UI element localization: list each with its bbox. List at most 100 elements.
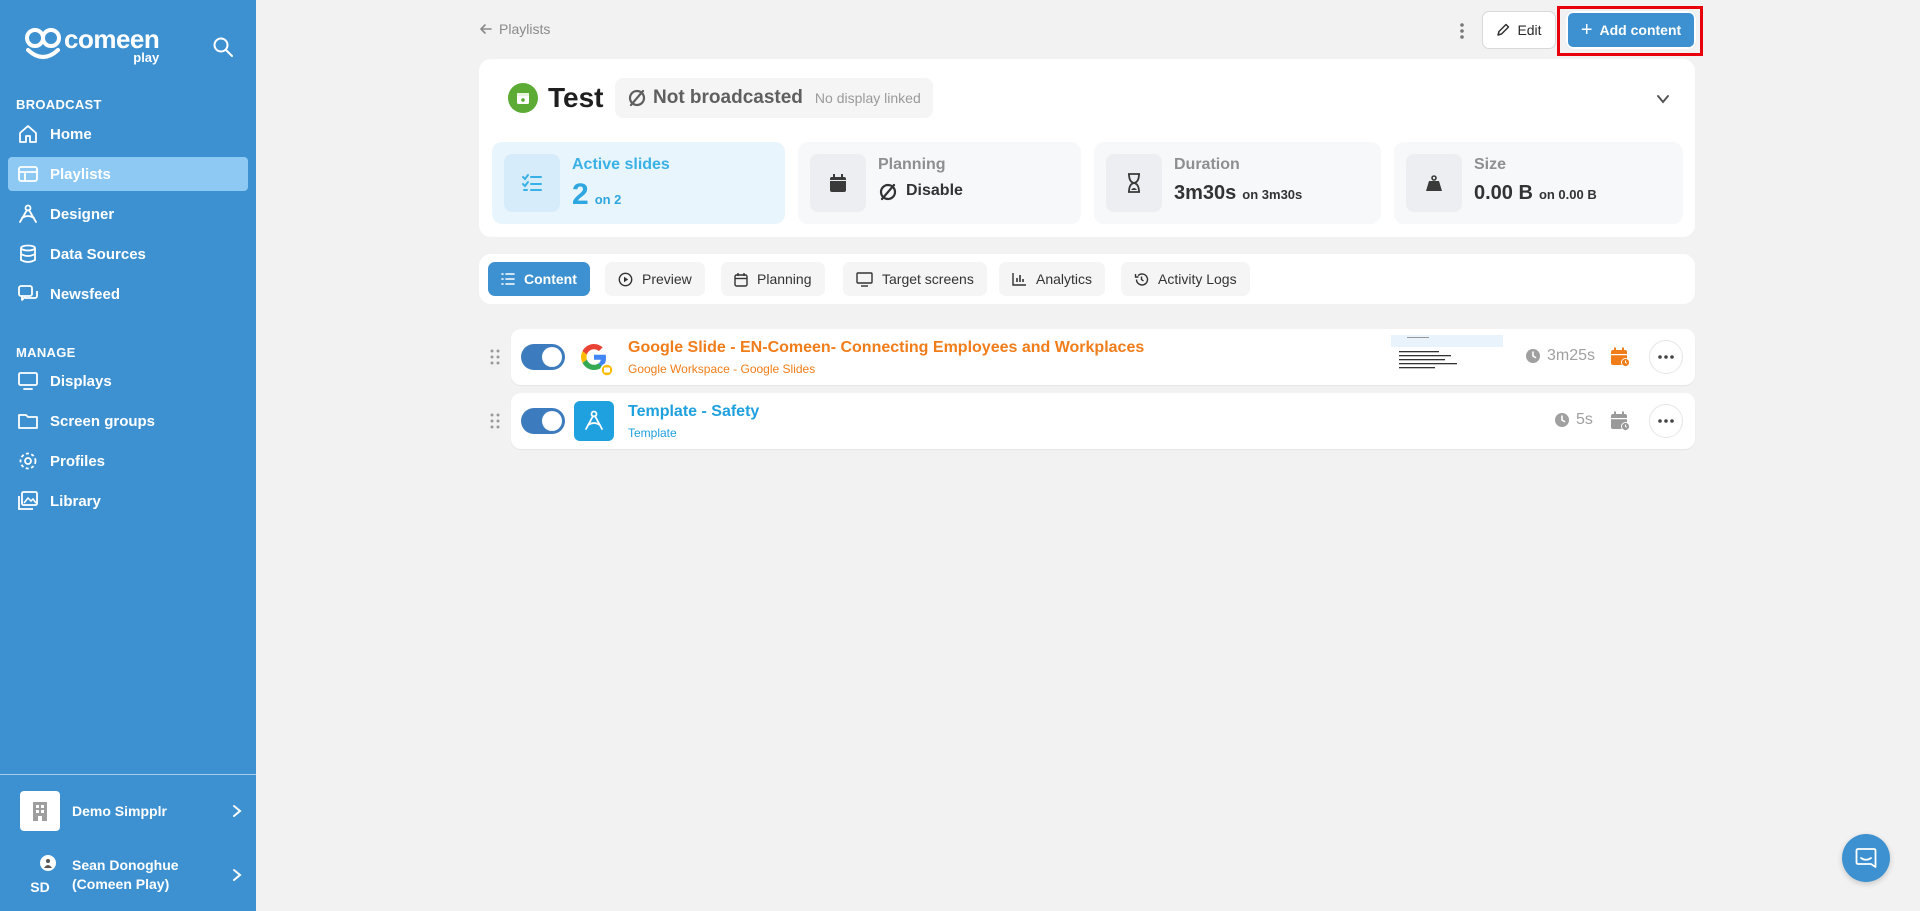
search-icon[interactable] xyxy=(212,36,234,58)
monitor-icon xyxy=(856,271,873,287)
sidebar-item-label: Profiles xyxy=(50,452,106,470)
section-broadcast: BROADCAST xyxy=(16,97,102,112)
broadcast-status-badge: Not broadcasted No display linked xyxy=(615,78,933,118)
sidebar-item-home[interactable]: Home xyxy=(8,117,248,151)
tab-label: Analytics xyxy=(1036,271,1093,287)
building-icon xyxy=(20,791,60,831)
edit-label: Edit xyxy=(1517,22,1542,38)
content-duration: 5s xyxy=(1554,411,1593,429)
hourglass-icon xyxy=(1106,154,1162,212)
more-options-icon[interactable] xyxy=(1452,19,1472,43)
chevron-right-icon xyxy=(233,805,242,817)
edit-button[interactable]: Edit xyxy=(1482,11,1556,49)
playlist-status-icon xyxy=(508,83,538,113)
content-title[interactable]: Template - Safety xyxy=(628,403,759,421)
stat-duration: Duration 3m30s on 3m30s xyxy=(1094,142,1381,224)
slide-thumbnail[interactable] xyxy=(1391,335,1503,379)
sidebar-item-screen-groups[interactable]: Screen groups xyxy=(8,404,248,438)
tab-target-screens[interactable]: Target screens xyxy=(843,262,987,296)
sidebar-item-profiles[interactable]: Profiles xyxy=(8,444,248,478)
page-title: Test xyxy=(548,82,604,113)
breadcrumb[interactable]: Playlists xyxy=(479,21,550,37)
content-row-template-safety[interactable]: Template - Safety Template 5s xyxy=(511,393,1695,449)
stat-label: Planning xyxy=(878,156,946,173)
row-more-button[interactable] xyxy=(1649,340,1683,374)
enable-toggle[interactable] xyxy=(521,408,565,434)
content-subtitle: Template xyxy=(628,426,677,440)
gear-icon xyxy=(16,449,40,473)
google-icon xyxy=(574,337,614,377)
enable-toggle[interactable] xyxy=(521,344,565,370)
comeen-logo-icon xyxy=(25,28,61,59)
user-initials: SD xyxy=(30,879,50,895)
tab-label: Activity Logs xyxy=(1158,271,1237,287)
schedule-calendar-icon[interactable] xyxy=(1609,346,1631,368)
sidebar-item-displays[interactable]: Displays xyxy=(8,364,248,398)
support-chat-button[interactable] xyxy=(1842,834,1890,882)
sidebar-item-label: Designer xyxy=(50,205,115,223)
tab-label: Preview xyxy=(642,271,692,287)
row-more-button[interactable] xyxy=(1649,404,1683,438)
chart-icon xyxy=(1012,273,1026,286)
drag-handle-icon[interactable] xyxy=(489,411,501,431)
stat-label: Active slides xyxy=(572,156,670,173)
duration-value: 5s xyxy=(1576,411,1593,428)
sidebar-item-data-sources[interactable]: Data Sources xyxy=(8,237,248,271)
list-icon xyxy=(501,273,515,285)
tab-activity-logs[interactable]: Activity Logs xyxy=(1121,262,1250,296)
stat-suffix: on 0.00 B xyxy=(1538,187,1597,202)
sidebar: comeen play BROADCAST Home Playlists Des… xyxy=(0,0,256,911)
chat-icon xyxy=(1855,848,1877,868)
history-icon xyxy=(1134,272,1149,286)
content-subtitle: Google Workspace - Google Slides xyxy=(628,362,816,376)
sidebar-item-library[interactable]: Library xyxy=(8,484,248,518)
comeen-logo[interactable]: comeen play xyxy=(24,24,160,64)
organization-switcher[interactable]: Demo Simpplr xyxy=(20,791,244,831)
sidebar-item-newsfeed[interactable]: Newsfeed xyxy=(8,277,248,311)
clock-icon xyxy=(1555,413,1569,427)
clock-icon xyxy=(1526,349,1540,363)
display-status: No display linked xyxy=(814,90,921,106)
content-duration: 3m25s xyxy=(1525,347,1595,365)
add-content-button[interactable]: + Add content xyxy=(1566,11,1696,49)
sidebar-item-label: Home xyxy=(50,125,92,143)
tab-preview[interactable]: Preview xyxy=(605,262,705,296)
user-org: (Comeen Play) xyxy=(72,876,170,892)
tab-content[interactable]: Content xyxy=(488,262,590,296)
brand-name: comeen xyxy=(64,24,160,54)
add-content-label: Add content xyxy=(1599,22,1682,38)
disabled-icon xyxy=(879,183,897,201)
newsfeed-icon xyxy=(16,282,40,306)
tab-label: Content xyxy=(524,271,577,287)
play-circle-icon xyxy=(618,272,633,286)
stat-value: 0.00 B xyxy=(1474,182,1533,204)
content-row-google-slide[interactable]: Google Slide - EN-Comeen- Connecting Emp… xyxy=(511,329,1695,385)
content-title[interactable]: Google Slide - EN-Comeen- Connecting Emp… xyxy=(628,339,1144,357)
template-icon xyxy=(574,401,614,441)
disabled-icon xyxy=(628,89,646,107)
images-icon xyxy=(16,489,40,513)
chevron-down-icon[interactable] xyxy=(1655,91,1671,107)
sidebar-item-designer[interactable]: Designer xyxy=(8,197,248,231)
avatar: SD xyxy=(20,855,60,895)
chevron-right-icon xyxy=(233,869,242,881)
sidebar-item-label: Newsfeed xyxy=(50,285,121,303)
drag-handle-icon[interactable] xyxy=(489,347,501,367)
database-icon xyxy=(16,242,40,266)
tab-label: Target screens xyxy=(882,271,974,287)
stat-value: 2 xyxy=(572,178,589,211)
stat-planning: Planning Disable xyxy=(798,142,1081,224)
tab-planning[interactable]: Planning xyxy=(721,262,825,296)
user-menu[interactable]: SD Sean Donoghue (Comeen Play) xyxy=(20,852,244,898)
user-badge-icon xyxy=(40,855,56,871)
sidebar-item-playlists[interactable]: Playlists xyxy=(8,157,248,191)
tab-analytics[interactable]: Analytics xyxy=(999,262,1106,296)
designer-icon xyxy=(16,202,40,226)
schedule-calendar-icon[interactable] xyxy=(1609,410,1631,432)
pencil-icon xyxy=(1497,23,1510,36)
playlist-summary-card: Test Not broadcasted No display linked A… xyxy=(479,59,1695,237)
stat-suffix: on 3m30s xyxy=(1242,187,1303,202)
broadcast-status: Not broadcasted xyxy=(653,87,803,108)
sidebar-item-label: Library xyxy=(50,492,101,510)
playlist-icon xyxy=(16,162,40,186)
